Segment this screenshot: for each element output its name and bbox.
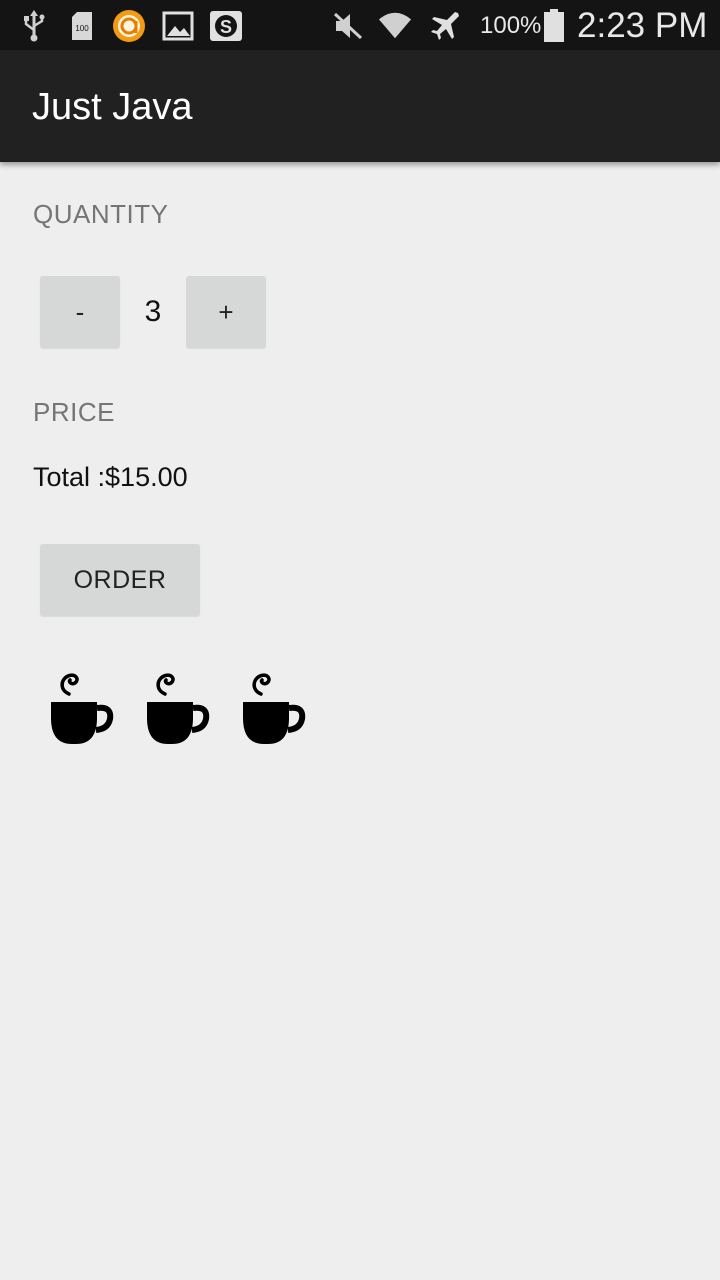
sd-card-icon: 100 [65, 9, 99, 43]
coffee-cup-icon [147, 673, 210, 744]
status-bar: 100 S 100% 2:23 PM [0, 0, 720, 50]
coffee-cup-icon [51, 673, 114, 744]
app-title: Just Java [32, 86, 193, 128]
usb-icon [17, 9, 51, 43]
coffee-cup-icon [243, 673, 306, 744]
coffee-cups [46, 668, 306, 748]
price-total: Total :$15.00 [33, 462, 188, 492]
price-label: PRICE [33, 397, 115, 427]
airplane-icon [428, 9, 462, 43]
sd-card-label: 100 [75, 24, 89, 33]
order-button[interactable]: ORDER [40, 544, 200, 616]
quantity-value: 3 [144, 295, 162, 328]
decrement-button[interactable]: - [40, 276, 120, 348]
svg-text:S: S [220, 17, 232, 37]
mute-icon [331, 9, 365, 43]
gallery-icon [161, 9, 195, 43]
app-toolbar: Just Java [0, 50, 720, 162]
status-time: 2:23 PM [577, 6, 708, 45]
quantity-label: QUANTITY [33, 199, 169, 229]
increment-button[interactable]: + [186, 276, 266, 348]
battery-icon [540, 9, 568, 43]
orange-app-icon [112, 9, 146, 43]
s-app-icon: S [209, 9, 243, 43]
wifi-icon [378, 9, 412, 43]
battery-percent: 100% [480, 12, 542, 39]
